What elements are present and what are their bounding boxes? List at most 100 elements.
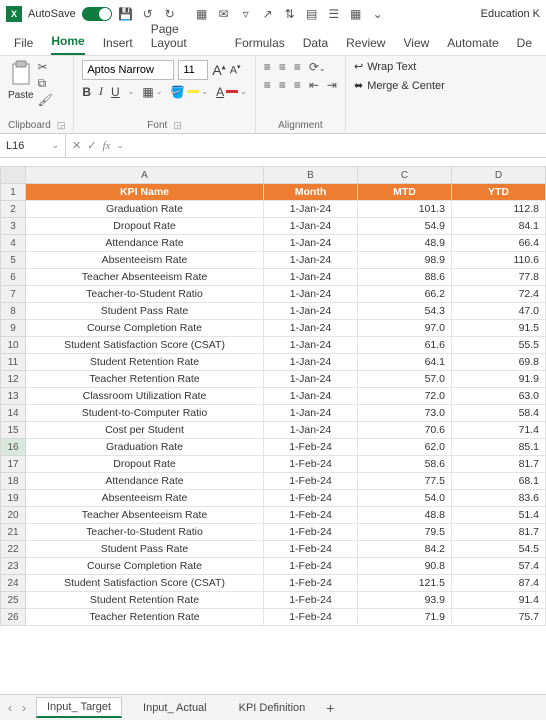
cell-ytd[interactable]: 87.4	[452, 575, 546, 592]
cell-kpi-name[interactable]: Student Satisfaction Score (CSAT)	[26, 337, 264, 354]
cell-kpi-name[interactable]: Teacher Retention Rate	[26, 609, 264, 626]
cell-month[interactable]: 1-Feb-24	[264, 558, 358, 575]
font-color-button[interactable]: A⌄	[216, 85, 247, 99]
cell-month[interactable]: 1-Feb-24	[264, 609, 358, 626]
cell-month[interactable]: 1-Jan-24	[264, 218, 358, 235]
sheet-tab-input-target[interactable]: Input_ Target	[36, 697, 122, 718]
cell-mtd[interactable]: 84.2	[358, 541, 452, 558]
cell-month[interactable]: 1-Jan-24	[264, 405, 358, 422]
align-bottom-icon[interactable]: ≡	[294, 60, 301, 74]
mail-icon[interactable]: ✉	[216, 6, 232, 22]
fill-color-button[interactable]: 🪣⌄	[170, 85, 208, 99]
row-header[interactable]: 26	[0, 609, 26, 626]
table-icon[interactable]: ▤	[304, 6, 320, 22]
header-month[interactable]: Month	[264, 184, 358, 201]
select-all-corner[interactable]	[0, 166, 26, 184]
cell-month[interactable]: 1-Jan-24	[264, 235, 358, 252]
cell-mtd[interactable]: 66.2	[358, 286, 452, 303]
chevron-down-icon[interactable]: ⌄	[128, 87, 135, 96]
tab-home[interactable]: Home	[51, 34, 84, 55]
cell-month[interactable]: 1-Feb-24	[264, 439, 358, 456]
merge-center-button[interactable]: ⬌Merge & Center	[354, 79, 445, 92]
cell-ytd[interactable]: 85.1	[452, 439, 546, 456]
sheet-tab-input-actual[interactable]: Input_ Actual	[132, 698, 218, 718]
row-header[interactable]: 16	[0, 439, 26, 456]
increase-font-icon[interactable]: A▴	[212, 62, 225, 78]
cancel-formula-icon[interactable]: ✕	[72, 139, 81, 152]
cell-kpi-name[interactable]: Classroom Utilization Rate	[26, 388, 264, 405]
row-header[interactable]: 21	[0, 524, 26, 541]
align-top-icon[interactable]: ≡	[264, 60, 271, 74]
save-icon[interactable]: 💾	[118, 6, 134, 22]
cell-ytd[interactable]: 110.6	[452, 252, 546, 269]
wrap-text-button[interactable]: ↩Wrap Text	[354, 60, 445, 73]
cell-mtd[interactable]: 54.0	[358, 490, 452, 507]
cell-ytd[interactable]: 81.7	[452, 524, 546, 541]
cell-month[interactable]: 1-Jan-24	[264, 354, 358, 371]
row-header[interactable]: 13	[0, 388, 26, 405]
row-header[interactable]: 2	[0, 201, 26, 218]
row-header[interactable]: 9	[0, 320, 26, 337]
sort-icon[interactable]: ⇅	[282, 6, 298, 22]
filter-icon[interactable]: ▿	[238, 6, 254, 22]
row-header[interactable]: 6	[0, 269, 26, 286]
cell-mtd[interactable]: 48.8	[358, 507, 452, 524]
cell-mtd[interactable]: 93.9	[358, 592, 452, 609]
decrease-indent-icon[interactable]: ⇤	[309, 78, 319, 92]
grid-icon[interactable]: ▦	[194, 6, 210, 22]
cell-kpi-name[interactable]: Student Pass Rate	[26, 303, 264, 320]
font-name-select[interactable]	[82, 60, 174, 80]
cell-ytd[interactable]: 84.1	[452, 218, 546, 235]
format-painter-icon[interactable]: 🖌	[38, 93, 53, 107]
row-header[interactable]: 3	[0, 218, 26, 235]
share-icon[interactable]: ↗	[260, 6, 276, 22]
cell-mtd[interactable]: 62.0	[358, 439, 452, 456]
align-right-icon[interactable]: ≡	[294, 78, 301, 92]
row-header[interactable]: 24	[0, 575, 26, 592]
sheet-nav-prev-icon[interactable]: ‹	[8, 701, 12, 715]
cell-kpi-name[interactable]: Graduation Rate	[26, 439, 264, 456]
cell-kpi-name[interactable]: Cost per Student	[26, 422, 264, 439]
cell-kpi-name[interactable]: Course Completion Rate	[26, 558, 264, 575]
cell-ytd[interactable]: 83.6	[452, 490, 546, 507]
tab-formulas[interactable]: Formulas	[235, 36, 285, 55]
formula-input[interactable]	[130, 134, 546, 157]
cell-kpi-name[interactable]: Student Satisfaction Score (CSAT)	[26, 575, 264, 592]
align-middle-icon[interactable]: ≡	[279, 60, 286, 74]
row-header[interactable]: 18	[0, 473, 26, 490]
cell-mtd[interactable]: 77.5	[358, 473, 452, 490]
cell-ytd[interactable]: 54.5	[452, 541, 546, 558]
cell-month[interactable]: 1-Feb-24	[264, 473, 358, 490]
cell-month[interactable]: 1-Feb-24	[264, 490, 358, 507]
row-header[interactable]: 11	[0, 354, 26, 371]
cell-mtd[interactable]: 70.6	[358, 422, 452, 439]
row-header[interactable]: 25	[0, 592, 26, 609]
cell-mtd[interactable]: 73.0	[358, 405, 452, 422]
cell-month[interactable]: 1-Feb-24	[264, 524, 358, 541]
row-header[interactable]: 1	[0, 184, 26, 201]
enter-formula-icon[interactable]: ✓	[87, 139, 96, 152]
cell-kpi-name[interactable]: Teacher Absenteeism Rate	[26, 507, 264, 524]
cell-ytd[interactable]: 47.0	[452, 303, 546, 320]
cell-kpi-name[interactable]: Student Retention Rate	[26, 354, 264, 371]
cell-ytd[interactable]: 55.5	[452, 337, 546, 354]
row-header[interactable]: 12	[0, 371, 26, 388]
cell-ytd[interactable]: 57.4	[452, 558, 546, 575]
cell-month[interactable]: 1-Feb-24	[264, 541, 358, 558]
cell-kpi-name[interactable]: Teacher Absenteeism Rate	[26, 269, 264, 286]
cell-ytd[interactable]: 91.4	[452, 592, 546, 609]
cell-ytd[interactable]: 58.4	[452, 405, 546, 422]
row-header[interactable]: 5	[0, 252, 26, 269]
cell-ytd[interactable]: 72.4	[452, 286, 546, 303]
col-header-a[interactable]: A	[26, 166, 264, 184]
sheet-tab-kpi-definition[interactable]: KPI Definition	[228, 698, 317, 718]
align-center-icon[interactable]: ≡	[279, 78, 286, 92]
cell-month[interactable]: 1-Feb-24	[264, 507, 358, 524]
cell-ytd[interactable]: 91.9	[452, 371, 546, 388]
cell-month[interactable]: 1-Jan-24	[264, 303, 358, 320]
tab-automate[interactable]: Automate	[447, 36, 498, 55]
header-kpi-name[interactable]: KPI Name	[26, 184, 264, 201]
cell-month[interactable]: 1-Jan-24	[264, 252, 358, 269]
cell-month[interactable]: 1-Feb-24	[264, 575, 358, 592]
header-ytd[interactable]: YTD	[452, 184, 546, 201]
